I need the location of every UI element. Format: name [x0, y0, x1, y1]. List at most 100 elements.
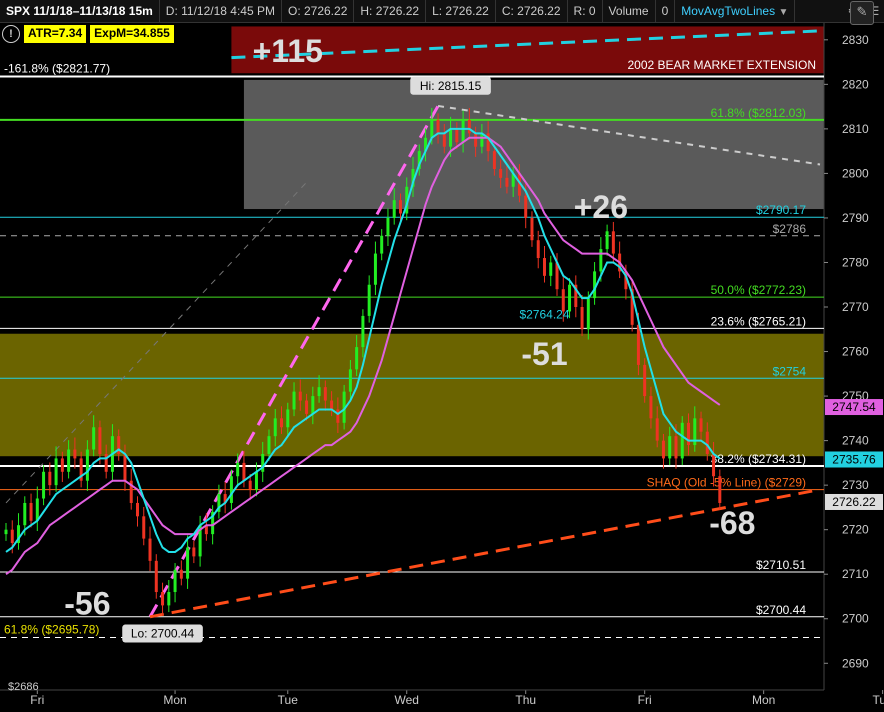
candle-body: [292, 391, 296, 410]
candle-body: [480, 133, 484, 147]
candle-body: [461, 119, 465, 143]
candle-body: [643, 364, 647, 397]
candle-body: [367, 284, 371, 316]
candle-body: [179, 569, 183, 579]
candle-body: [286, 409, 290, 428]
y-tick-label: 2720: [842, 523, 869, 537]
callout-label: Lo: 2700.44: [131, 627, 195, 641]
candle-body: [148, 538, 152, 561]
candle-body: [380, 235, 384, 254]
price-zone: [243, 79, 824, 210]
candle-body: [680, 422, 684, 459]
candle-body: [42, 471, 46, 499]
level-label: 23.6% ($2765.21): [711, 314, 806, 328]
level-label: 50.0% ($2772.23): [711, 283, 806, 297]
candle-body: [430, 119, 434, 138]
study-label[interactable]: MovAvgTwoLines ▼: [675, 0, 796, 22]
move-annotation: +26: [574, 189, 628, 225]
candle-body: [586, 298, 590, 330]
level-label: $2754: [773, 364, 807, 378]
candle-body: [361, 315, 365, 348]
dropdown-arrow-icon: ▼: [778, 7, 789, 18]
candle-body: [29, 502, 33, 521]
info-icon[interactable]: !: [2, 25, 20, 43]
close-readout: C: 2726.22: [496, 0, 568, 22]
x-tick-label: Wed: [395, 693, 419, 707]
price-tag-label: 2747.54: [832, 400, 876, 414]
candle-body: [142, 516, 146, 539]
volume-value: 0: [656, 0, 676, 22]
candle-body: [154, 560, 158, 593]
y-tick-label: 2830: [842, 33, 869, 47]
candle-body: [85, 449, 89, 481]
candle-body: [123, 453, 127, 481]
price-tag-label: 2735.76: [832, 452, 876, 466]
pen-tool-icon[interactable]: ✎: [850, 1, 874, 25]
candle-body: [298, 391, 302, 401]
candle-body: [505, 177, 509, 187]
y-tick-label: 2780: [842, 255, 869, 269]
x-tick-label: Tue: [872, 693, 884, 707]
candle-body: [311, 396, 315, 414]
candle-body: [135, 502, 139, 517]
date-readout: D: 11/12/18 4:45 PM: [160, 0, 282, 22]
x-tick-label: Fri: [638, 693, 652, 707]
low-readout: L: 2726.22: [426, 0, 496, 22]
y-tick-label: 2770: [842, 300, 869, 314]
candle-body: [712, 453, 716, 477]
level-label: $2710.51: [756, 558, 806, 572]
candle-body: [649, 396, 653, 419]
study-name: MovAvgTwoLines: [681, 4, 776, 18]
candle-body: [661, 440, 665, 459]
candle-body: [60, 458, 64, 472]
candle-body: [467, 119, 471, 134]
candle-body: [455, 128, 459, 143]
candle-body: [373, 253, 377, 285]
price-tag-label: 2726.22: [832, 495, 876, 509]
x-tick-label: Mon: [163, 693, 186, 707]
level-label: $2700.44: [756, 603, 806, 617]
volume-label[interactable]: Volume: [603, 0, 656, 22]
candle-body: [73, 449, 77, 459]
candle-body: [536, 240, 540, 259]
candle-body: [186, 547, 190, 579]
candle-body: [229, 476, 233, 503]
candle-body: [161, 592, 165, 606]
move-annotation: -56: [64, 585, 110, 621]
expm-badge: ExpM=34.855: [90, 25, 174, 43]
candle-body: [192, 547, 196, 557]
candle-body: [254, 471, 258, 490]
y-tick-label: 2740: [842, 434, 869, 448]
candle-body: [98, 427, 102, 454]
candle-body: [605, 231, 609, 250]
symbol-label[interactable]: SPX 11/1/18–11/13/18 15m: [0, 0, 160, 22]
candle-body: [317, 387, 321, 397]
candle-body: [173, 569, 177, 593]
candle-body: [336, 409, 340, 423]
level-label: 38.2% ($2734.31): [711, 452, 806, 466]
candle-body: [10, 529, 14, 544]
candle-body: [599, 249, 603, 272]
atr-badge: ATR=7.34: [24, 25, 87, 43]
candle-body: [542, 258, 546, 276]
level-label: $2686: [8, 681, 39, 693]
candle-body: [386, 217, 390, 236]
candle-body: [348, 369, 352, 392]
candle-body: [67, 449, 71, 472]
high-readout: H: 2726.22: [354, 0, 427, 22]
x-tick-label: Tue: [278, 693, 299, 707]
x-tick-label: Mon: [752, 693, 775, 707]
y-tick-label: 2820: [842, 77, 869, 91]
candle-body: [248, 480, 252, 490]
candle-body: [499, 168, 503, 178]
callout-label: $2764.24: [519, 308, 569, 322]
y-tick-label: 2710: [842, 567, 869, 581]
candle-body: [492, 151, 496, 169]
price-chart[interactable]: 2002 BEAR MARKET EXTENSION 2690 2700 2710 27…: [0, 0, 884, 712]
x-tick-label: Thu: [515, 693, 536, 707]
level-label: $2790.17: [756, 203, 806, 217]
level-label: 61.8% ($2695.78): [4, 623, 99, 637]
candle-body: [35, 498, 39, 521]
candle-body: [611, 231, 615, 254]
candle-body: [305, 400, 309, 414]
